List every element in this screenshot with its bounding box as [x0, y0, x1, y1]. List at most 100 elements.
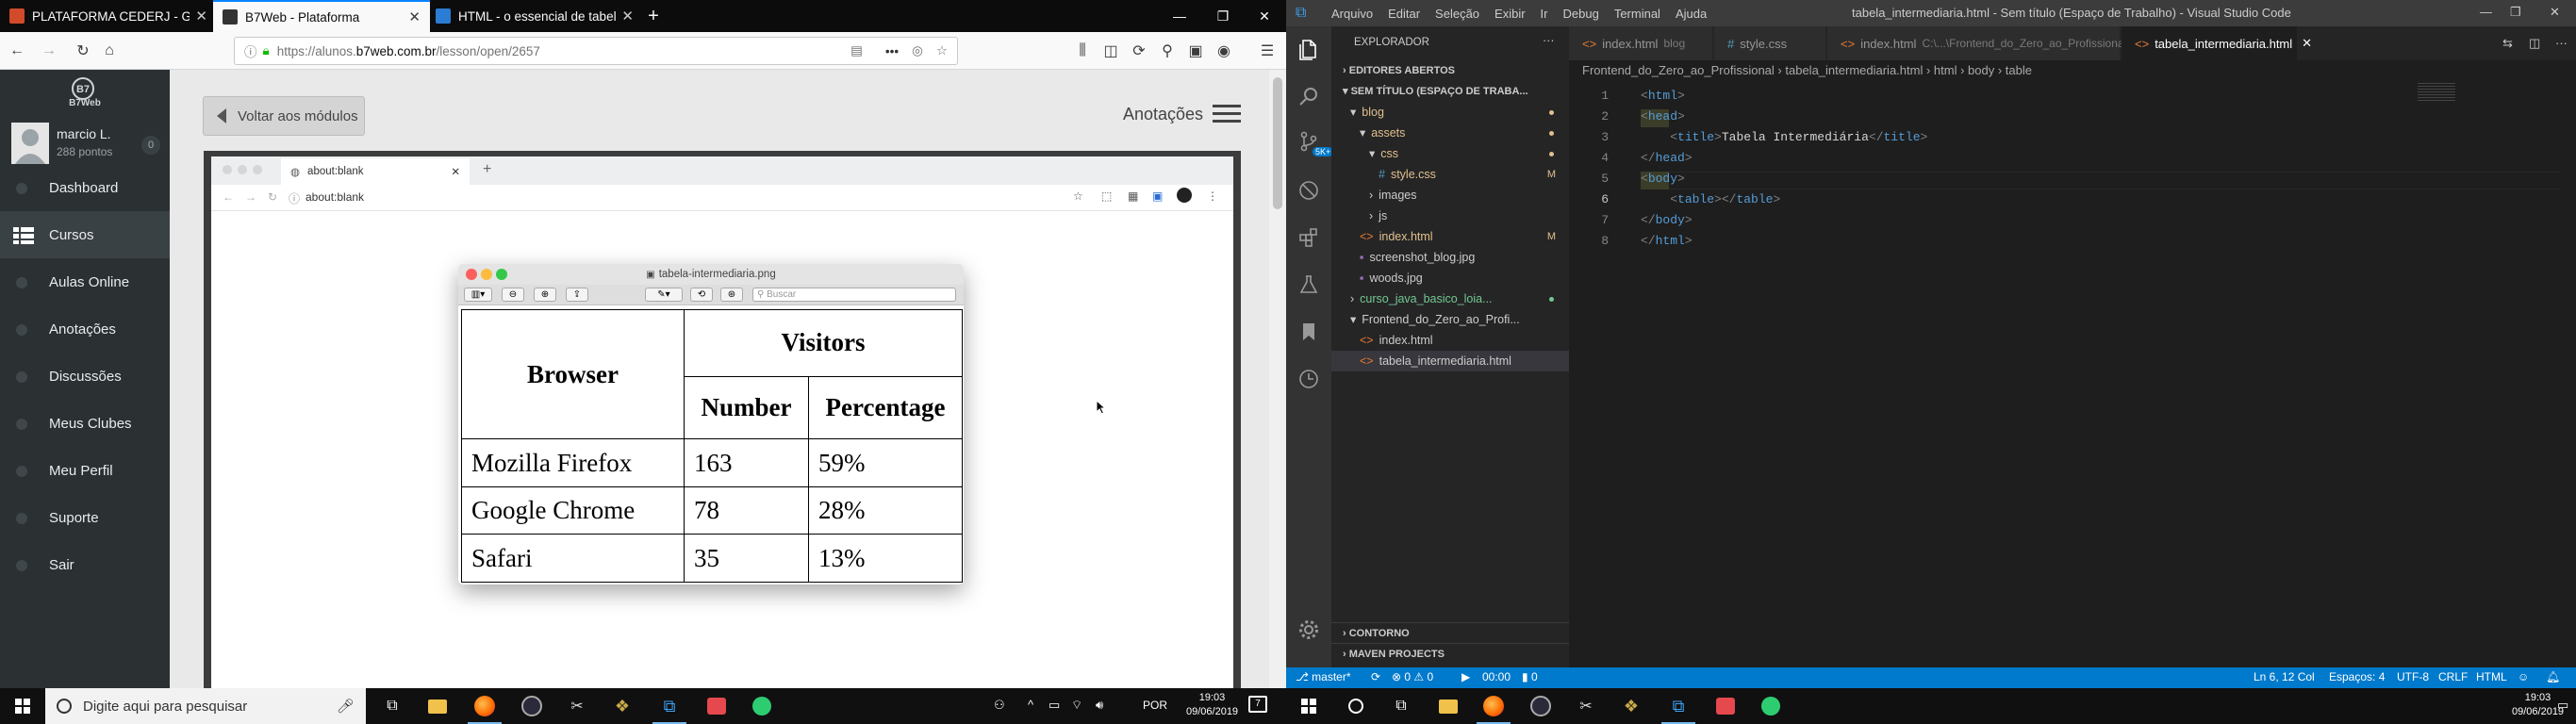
- app-taskbar-icon-6[interactable]: ❖: [1609, 688, 1654, 724]
- back-icon[interactable]: ←: [6, 40, 28, 62]
- message-status[interactable]: ▮ 0: [1522, 670, 1538, 683]
- restore-icon[interactable]: ❐: [2510, 5, 2521, 20]
- tree-item[interactable]: ▪ screenshot_blog.jpg: [1331, 247, 1569, 268]
- scrollbar-thumb[interactable]: [1273, 77, 1282, 209]
- close-tab-icon[interactable]: ✕: [408, 8, 421, 25]
- tree-item[interactable]: ▾ blog: [1331, 102, 1569, 123]
- people-icon[interactable]: ⚇: [994, 698, 1005, 713]
- sidebar-item-meus-clubes[interactable]: Meus Clubes: [0, 400, 170, 447]
- new-tab-button[interactable]: +: [637, 0, 669, 32]
- menu-item-terminal[interactable]: Terminal: [1607, 7, 1668, 21]
- lesson-video[interactable]: ◍ about:blank ✕ + ← → ↻ ⓘ about:blank ☆ …: [204, 151, 1241, 688]
- pocket-icon[interactable]: ◎: [912, 43, 923, 58]
- windows-start-icon-2[interactable]: [1301, 699, 1316, 714]
- debug-icon[interactable]: [1297, 179, 1320, 202]
- menu-hamburger-icon[interactable]: ☰: [1256, 40, 1279, 62]
- reader-view-icon[interactable]: ▤: [850, 43, 863, 58]
- language-status[interactable]: HTML: [2476, 670, 2507, 683]
- maven-section[interactable]: › MAVEN PROJECTS: [1331, 643, 1569, 664]
- sidebar-item-cursos[interactable]: Cursos: [0, 211, 170, 258]
- indentation-status[interactable]: Espaços: 4: [2329, 670, 2385, 683]
- cursor-position[interactable]: Ln 6, 12 Col: [2254, 670, 2315, 683]
- sync-icon[interactable]: ⟳: [1128, 40, 1150, 62]
- sidebar-item-dashboard[interactable]: Dashboard: [0, 164, 170, 211]
- vscode-taskbar-icon[interactable]: ⧉: [647, 688, 692, 724]
- sidebar-item-sair[interactable]: Sair: [0, 541, 170, 588]
- app-taskbar-icon-5[interactable]: ✂: [1563, 688, 1609, 724]
- close-window-icon[interactable]: ✕: [2550, 5, 2560, 20]
- home-icon[interactable]: ⌂: [98, 40, 121, 62]
- sidebar-item-aulas-online[interactable]: Aulas Online: [0, 258, 170, 305]
- clock-left[interactable]: 19:03 09/06/2019: [1186, 691, 1238, 719]
- sync-icon[interactable]: ⟳: [1371, 670, 1380, 683]
- page-actions-icon[interactable]: •••: [885, 44, 899, 58]
- close-tab-icon[interactable]: ✕: [621, 8, 634, 25]
- app-taskbar-icon-7[interactable]: [1703, 688, 1748, 724]
- eol-status[interactable]: CRLF: [2438, 670, 2468, 683]
- open-editors-section[interactable]: › EDITORES ABERTOS: [1331, 60, 1569, 81]
- split-editor-icon[interactable]: ◫: [2529, 36, 2540, 51]
- task-view-icon[interactable]: ⧉: [370, 688, 415, 724]
- taskbar-search[interactable]: Digite aqui para pesquisar 🎤︎: [45, 688, 366, 724]
- minimize-icon[interactable]: —: [1158, 0, 1201, 32]
- close-tab-icon[interactable]: ✕: [2302, 36, 2312, 51]
- menu-item-exibir[interactable]: Exibir: [1487, 7, 1533, 21]
- app-taskbar-icon-3[interactable]: [694, 688, 739, 724]
- browser-tab-html[interactable]: HTML - o essencial de tabelo ✕: [426, 0, 643, 32]
- restore-icon[interactable]: ❐: [1201, 0, 1245, 32]
- sidebar-toggle-icon[interactable]: ◫: [1099, 40, 1122, 62]
- explorer-icon[interactable]: [1297, 38, 1320, 60]
- menu-item-sele-o[interactable]: Seleção: [1428, 7, 1487, 21]
- bookmark-star-icon[interactable]: ☆: [936, 43, 948, 58]
- firefox-taskbar-icon[interactable]: [462, 688, 507, 724]
- tree-item[interactable]: <> index.html: [1331, 330, 1569, 351]
- tree-item[interactable]: ▾ Frontend_do_Zero_ao_Profi...: [1331, 309, 1569, 330]
- tab-style-css[interactable]: # style.css: [1714, 26, 1825, 60]
- encoding-status[interactable]: UTF-8: [2397, 670, 2429, 683]
- library-icon[interactable]: ⫼: [1071, 40, 1094, 62]
- app-taskbar-icon-8[interactable]: [1748, 688, 1793, 724]
- notifications-icon[interactable]: 🔔︎: [2546, 670, 2560, 683]
- browser-tab-cederj[interactable]: PLATAFORMA CEDERJ - GRADU ✕: [0, 0, 217, 32]
- tree-item[interactable]: <> tabela_intermediaria.html: [1331, 351, 1569, 371]
- bookmark-icon[interactable]: [1297, 321, 1320, 343]
- volume-icon[interactable]: 🔊︎: [1096, 698, 1103, 713]
- microphone-icon[interactable]: 🎤︎: [337, 698, 355, 715]
- breadcrumb-item[interactable]: table: [2006, 63, 2032, 77]
- more-actions-icon[interactable]: ···: [1543, 34, 1555, 47]
- extensions-icon[interactable]: [1297, 226, 1320, 249]
- annotations-button[interactable]: Anotações: [1123, 104, 1241, 124]
- tab-index-frontend[interactable]: <> index.html C:\...\Frontend_do_Zero_ao_P…: [1827, 26, 2126, 60]
- timer-label[interactable]: 00:00: [1482, 670, 1511, 683]
- menu-item-arquivo[interactable]: Arquivo: [1324, 7, 1380, 21]
- sidebar-item-discuss-es[interactable]: Discussões: [0, 353, 170, 400]
- app-taskbar-icon[interactable]: ✂: [554, 688, 600, 724]
- windows-start-icon[interactable]: [15, 699, 30, 714]
- file-explorer-icon-2[interactable]: [1426, 688, 1471, 724]
- search-icon[interactable]: [1297, 85, 1320, 107]
- extension-icon-3[interactable]: ◉: [1213, 40, 1235, 62]
- more-actions-icon[interactable]: ···: [2555, 36, 2568, 50]
- sidebar-item-meu-perfil[interactable]: Meu Perfil: [0, 447, 170, 494]
- language-indicator[interactable]: POR: [1143, 699, 1167, 712]
- menu-item-ir[interactable]: Ir: [1533, 7, 1556, 21]
- tree-item[interactable]: ▾ assets: [1331, 123, 1569, 143]
- breadcrumb-item[interactable]: body: [1968, 63, 1994, 77]
- code-editor[interactable]: 1 <html> 2 <head> 3 <title>Tabela Intermediá…: [1569, 81, 2576, 667]
- reload-icon[interactable]: ↻: [72, 40, 94, 62]
- action-center-icon-2[interactable]: ▭: [2557, 698, 2568, 713]
- url-bar[interactable]: ⓘ 🔒︎ https://alunos. b7web.com.br/lesson/…: [234, 37, 958, 65]
- close-window-icon[interactable]: ✕: [1243, 0, 1286, 32]
- editor-scrollbar[interactable]: [2561, 81, 2574, 667]
- minimize-icon[interactable]: —: [2480, 5, 2492, 19]
- breadcrumb-item[interactable]: tabela_intermediaria.html: [1785, 63, 1923, 77]
- close-tab-icon[interactable]: ✕: [195, 8, 207, 25]
- settings-gear-icon[interactable]: [1297, 618, 1320, 641]
- forward-icon[interactable]: →: [38, 40, 60, 62]
- menu-item-debug[interactable]: Debug: [1556, 7, 1607, 21]
- sidebar-item-anota-es[interactable]: Anotações: [0, 305, 170, 353]
- extension-icon[interactable]: ⚲: [1156, 40, 1179, 62]
- menu-item-editar[interactable]: Editar: [1380, 7, 1428, 21]
- tree-item[interactable]: # style.css M: [1331, 164, 1569, 185]
- workspace-section[interactable]: ▾ SEM TÍTULO (ESPAÇO DE TRABA...: [1331, 81, 1569, 102]
